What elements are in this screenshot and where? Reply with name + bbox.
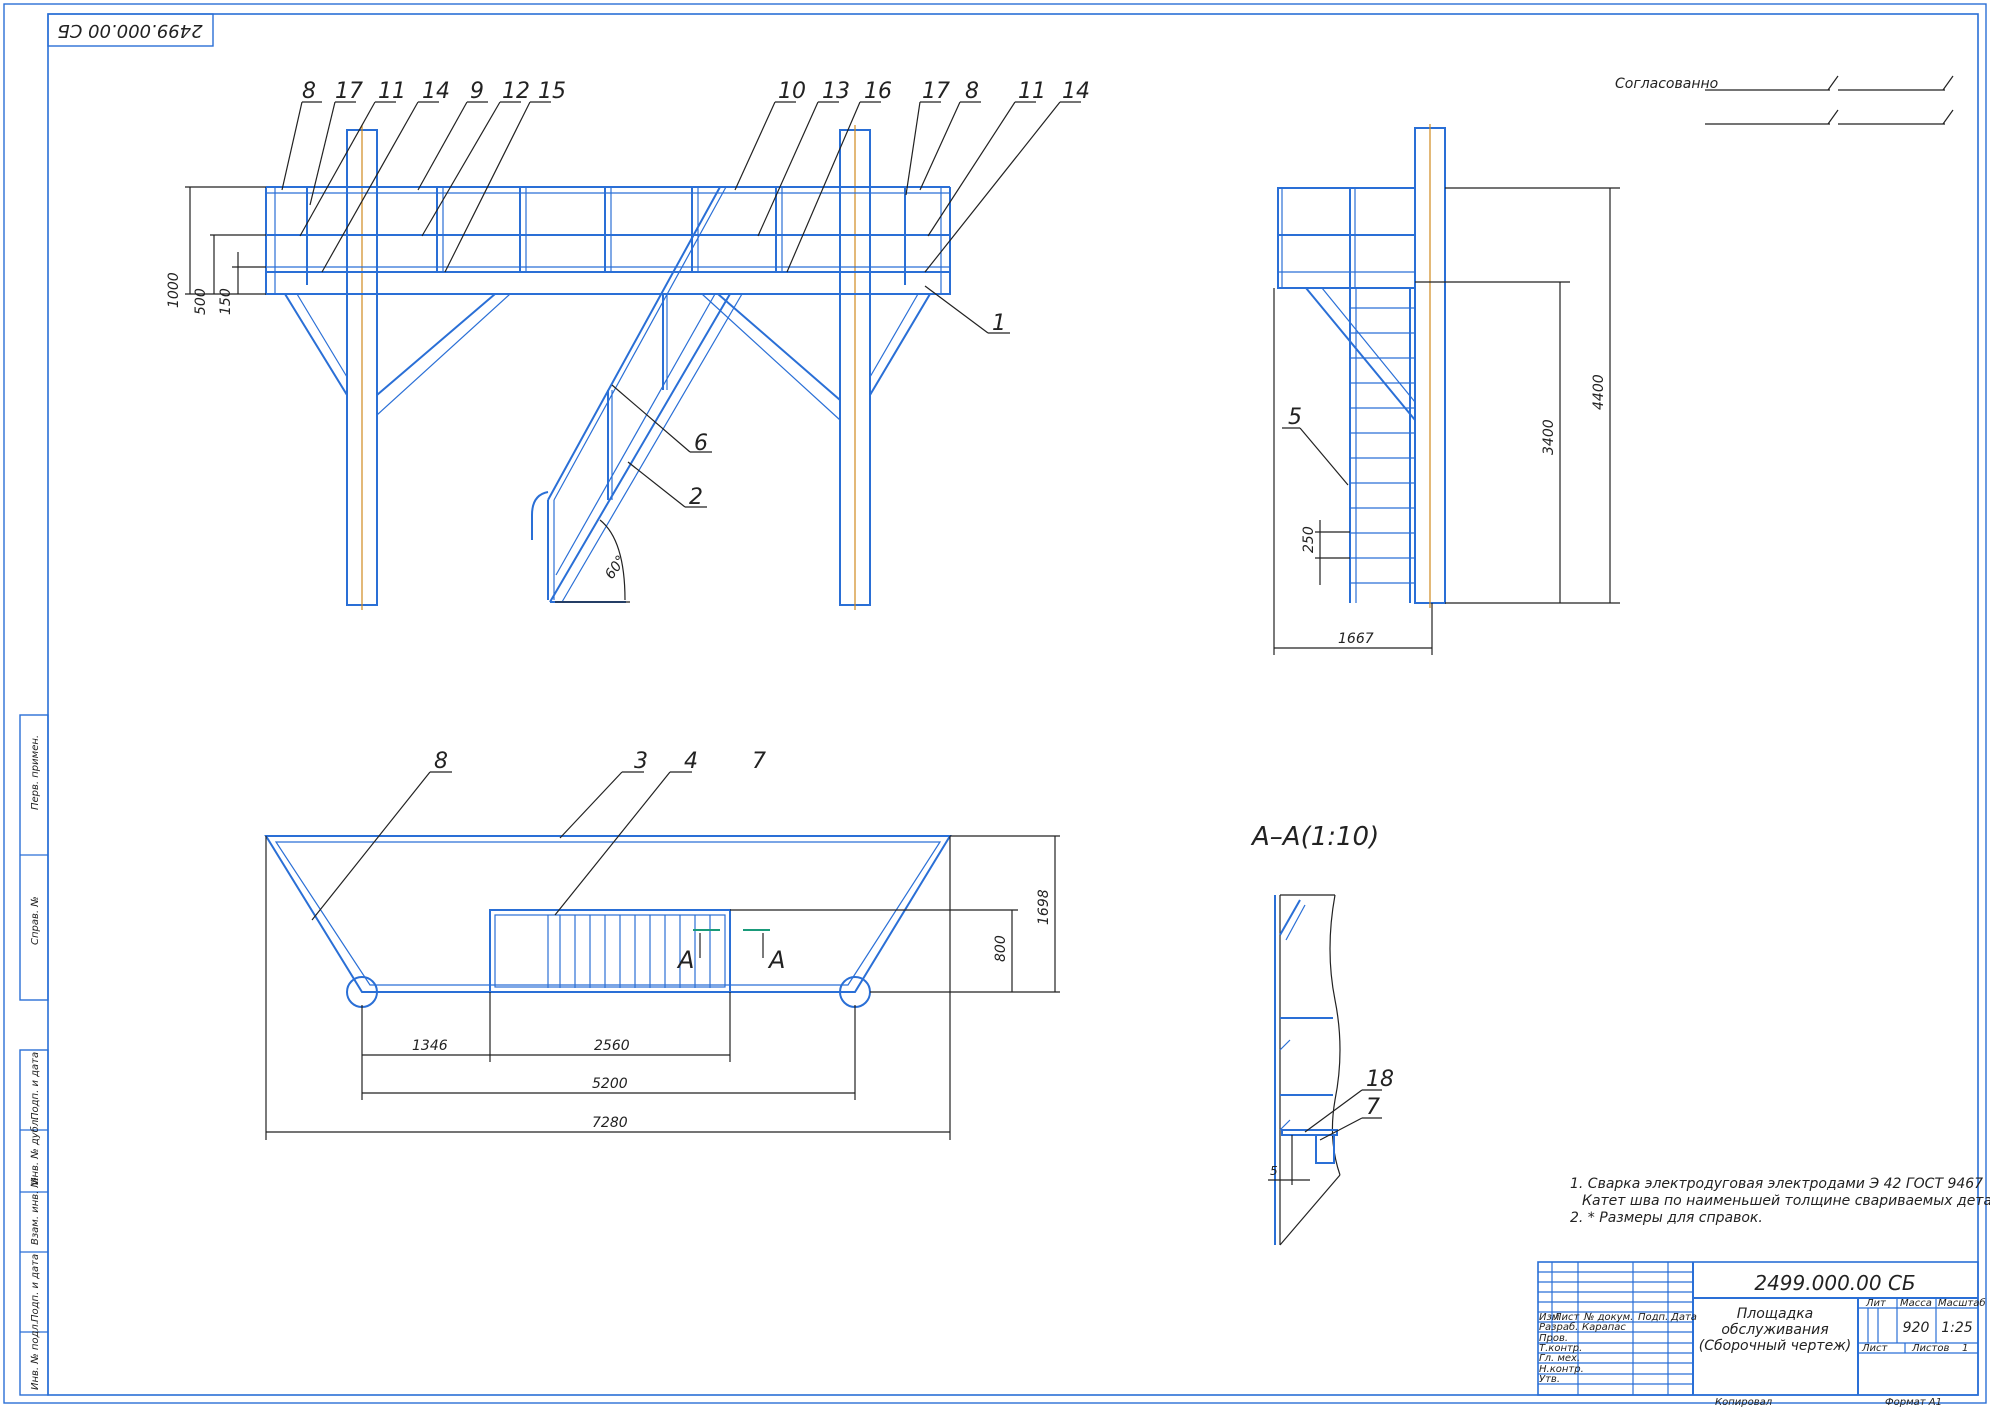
callout-13: 13 — [822, 79, 850, 104]
callout-1: 1 — [992, 311, 1006, 336]
side-dims — [1273, 187, 1620, 655]
dim-1667: 1667 — [1338, 631, 1374, 647]
tb-row-0: Разраб. — [1539, 1321, 1578, 1333]
callout-8: 8 — [302, 79, 316, 104]
note-1b: Катет шва по наименьшей толщине сваривае… — [1582, 1193, 1990, 1209]
callout-10: 10 — [778, 79, 806, 104]
section-mark-left: А — [676, 946, 694, 974]
callout-plan-8: 8 — [434, 749, 448, 774]
callout-14: 14 — [422, 79, 450, 104]
rotated-code: 2499.000.00 СБ — [57, 20, 202, 41]
tb-row-3: Гл. мех. — [1539, 1353, 1580, 1364]
section-view — [1268, 894, 1382, 1246]
strip-4: Взам. инв. № — [30, 1177, 41, 1245]
dim-1000: 1000 — [166, 272, 182, 308]
callout-14b: 14 — [1062, 79, 1090, 104]
dim-angle: 60° — [602, 553, 629, 583]
dim-2560: 2560 — [594, 1038, 630, 1054]
callout-18: 18 — [1366, 1067, 1394, 1092]
drawing-sheet: 2499.000.00 СБ Согласованно 1000 500 150… — [3, 3, 1990, 1407]
tb-name-3: (Сборочный чертеж) — [1699, 1338, 1852, 1354]
tb-name-1: Площадка — [1737, 1306, 1814, 1322]
tb-code: 2499.000.00 СБ — [1754, 1271, 1915, 1295]
callout-16: 16 — [864, 79, 892, 104]
section-title: А–А(1:10) — [1250, 822, 1379, 852]
callout-plan-7: 7 — [752, 749, 766, 774]
plan-view — [264, 835, 952, 1008]
tb-scale-h: Масштаб — [1938, 1297, 1986, 1309]
section-dim-5: 5 — [1270, 1164, 1278, 1178]
dim-500: 500 — [193, 288, 209, 315]
callout-15: 15 — [538, 79, 566, 104]
approval-label: Согласованно — [1615, 76, 1718, 92]
dim-1698: 1698 — [1036, 889, 1052, 925]
callout-plan-3: 3 — [634, 749, 648, 774]
tb-col-4: Дата — [1670, 1312, 1697, 1323]
note-1: 1. Сварка электродуговая электродами Э 4… — [1570, 1176, 1983, 1192]
strip-5: Подп. и дата — [30, 1254, 41, 1322]
dim-250: 250 — [1301, 526, 1317, 553]
callout-12: 12 — [502, 79, 530, 104]
dim-5200: 5200 — [592, 1076, 628, 1092]
callout-2: 2 — [689, 485, 703, 510]
callout-9: 9 — [470, 79, 484, 104]
tb-mass-h: Масса — [1900, 1298, 1932, 1309]
tb-name-2: обслуживания — [1721, 1322, 1828, 1338]
tb-lit: Лит — [1865, 1298, 1887, 1309]
tb-mass: 920 — [1903, 1320, 1930, 1336]
strip-3: Инв. № дубл. — [29, 1117, 41, 1185]
plan-dims — [265, 771, 1060, 1140]
callout-5: 5 — [1288, 405, 1302, 430]
strip-2: Подп. и дата — [30, 1052, 41, 1120]
callout-plan-4: 4 — [684, 749, 698, 774]
dim-150: 150 — [218, 288, 234, 315]
dim-1346: 1346 — [412, 1038, 448, 1054]
tb-copied: Копировал — [1715, 1397, 1773, 1407]
front-callout-leaders — [281, 101, 1081, 508]
callout-7b: 7 — [1366, 1095, 1380, 1120]
tb-col-3: Подп. — [1638, 1312, 1668, 1323]
tb-format: Формат А1 — [1885, 1397, 1942, 1407]
tb-scale: 1:25 — [1941, 1320, 1973, 1336]
side-stair-treads — [1350, 307, 1415, 584]
section-mark-right: А — [767, 946, 785, 974]
callout-17: 17 — [335, 79, 363, 104]
dim-800: 800 — [993, 935, 1009, 962]
callout-6: 6 — [694, 431, 708, 456]
callout-8b: 8 — [965, 79, 979, 104]
strip-1: Справ. № — [30, 896, 41, 945]
strip-6: Инв. № подл. — [30, 1321, 41, 1390]
tb-sheets: Листов — [1911, 1343, 1949, 1354]
front-view — [185, 125, 951, 610]
callout-11b: 11 — [1018, 79, 1046, 104]
dim-4400: 4400 — [1591, 374, 1607, 410]
tb-row-5: Утв. — [1539, 1374, 1560, 1385]
strip-0: Перв. примен. — [30, 735, 41, 810]
callout-11: 11 — [378, 79, 406, 104]
dim-7280: 7280 — [592, 1115, 628, 1131]
callout-17b: 17 — [922, 79, 950, 104]
tb-sheet: Лист — [1861, 1343, 1889, 1354]
note-2: 2. * Размеры для справок. — [1570, 1210, 1763, 1226]
tb-developer: Карапас — [1582, 1322, 1626, 1333]
tb-sheets-val: 1 — [1962, 1343, 1968, 1354]
dim-3400: 3400 — [1541, 419, 1557, 455]
